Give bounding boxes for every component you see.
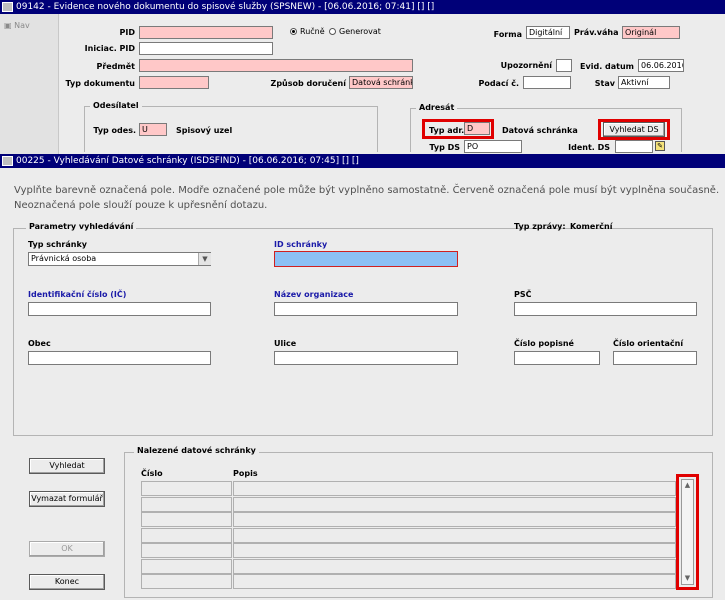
odesilatel-group-title: Odesílatel	[90, 101, 142, 110]
ulice-field[interactable]	[274, 351, 458, 365]
zpusob-doruceni-field[interactable]: Datová schránka	[349, 76, 413, 89]
instruction-line-2: Neoznačená pole slouží pouze k upřesnění…	[14, 200, 268, 211]
forma-field[interactable]: Digitální	[526, 26, 570, 39]
result-cell-cislo[interactable]	[141, 558, 232, 574]
typ-zpravy-value: Komerční	[570, 222, 613, 231]
ico-label: Identifikační číslo (IČ)	[28, 290, 127, 299]
nav-icon: ▣	[4, 21, 12, 30]
prav-vaha-field[interactable]: Originál	[622, 26, 680, 39]
result-cell-cislo[interactable]	[141, 496, 232, 512]
app-icon	[2, 156, 13, 166]
col-popis-header: Popis	[233, 469, 258, 478]
vymazat-formular-button[interactable]: Vymazat formulář	[29, 491, 105, 507]
konec-button[interactable]: Konec	[29, 574, 105, 590]
result-cell-popis[interactable]	[233, 558, 676, 574]
result-cell-cislo[interactable]	[141, 543, 232, 558]
front-window-title: 00225 - Vyhledávání Datové schránky (ISD…	[16, 156, 359, 166]
spisovy-uzel-text: Spisový uzel	[176, 126, 233, 135]
vyhledat-ds-button[interactable]: Vyhledat DS	[603, 122, 665, 137]
adresat-group-title: Adresát	[416, 103, 458, 112]
typ-adr-label: Typ adr.	[429, 126, 465, 135]
vyhledat-button[interactable]: Vyhledat	[29, 458, 105, 474]
col-cislo-header: Číslo	[141, 469, 163, 478]
typ-dokumentu-field[interactable]	[139, 76, 209, 89]
podaci-cislo-label: Podací č.	[478, 79, 519, 88]
psc-label: PSČ	[514, 290, 532, 299]
typ-schranky-select[interactable]: Právnická osoba	[28, 252, 211, 266]
edit-icon[interactable]: ✎	[655, 141, 665, 151]
result-cell-popis[interactable]	[233, 527, 676, 543]
result-cell-cislo[interactable]	[141, 481, 232, 496]
prav-vaha-label: Práv.váha	[574, 28, 619, 37]
iniciac-pid-field[interactable]	[139, 42, 273, 55]
predmet-field[interactable]	[139, 59, 413, 72]
ico-field[interactable]	[28, 302, 211, 316]
cislo-popisne-field[interactable]	[514, 351, 600, 365]
result-cell-popis[interactable]	[233, 496, 676, 512]
evid-datum-field[interactable]: 06.06.2016	[638, 59, 684, 72]
result-cell-popis[interactable]	[233, 543, 676, 558]
nav-label[interactable]: ▣ Nav	[4, 21, 30, 30]
results-scrollbar[interactable]	[681, 479, 694, 585]
stav-label: Stav	[594, 79, 615, 88]
datova-schranka-text: Datová schránka	[502, 126, 578, 135]
cislo-popisne-label: Číslo popisné	[514, 339, 574, 348]
obec-field[interactable]	[28, 351, 211, 365]
instruction-line-1: Vyplňte barevně označená pole. Modře ozn…	[14, 185, 720, 196]
zpusob-doruceni-label: Způsob doručení	[270, 79, 346, 88]
predmet-label: Předmět	[96, 62, 135, 71]
upozorneni-field[interactable]	[556, 59, 572, 72]
params-group-title: Parametry vyhledávání	[26, 222, 137, 231]
result-cell-popis[interactable]	[233, 512, 676, 527]
typ-ds-label: Typ DS	[429, 143, 460, 152]
typ-adr-field[interactable]: D	[464, 122, 490, 135]
podaci-cislo-field[interactable]	[523, 76, 571, 89]
typ-odes-label: Typ odes.	[93, 126, 136, 135]
typ-schranky-label: Typ schránky	[28, 240, 88, 249]
iniciac-pid-label: Iniciac. PID	[84, 44, 135, 53]
nazev-organizace-label: Název organizace	[274, 290, 354, 299]
ident-ds-label: Ident. DS	[568, 143, 610, 152]
typ-ds-field[interactable]: PO	[464, 140, 522, 153]
chevron-down-icon[interactable]: ▼	[198, 253, 211, 265]
result-cell-cislo[interactable]	[141, 512, 232, 527]
pid-label: PID	[119, 28, 135, 37]
psc-field[interactable]	[514, 302, 697, 316]
typ-zpravy-label: Typ zprávy:	[514, 222, 566, 231]
app-icon	[2, 2, 13, 12]
typ-odes-field[interactable]: U	[139, 123, 167, 136]
nav-panel	[0, 14, 59, 154]
cislo-orientacni-label: Číslo orientační	[613, 339, 684, 348]
chevron-up-icon[interactable]: ▲	[682, 480, 693, 491]
cislo-orientacni-field[interactable]	[613, 351, 697, 365]
radio-generovat[interactable]	[329, 28, 336, 35]
stav-field[interactable]: Aktivní	[618, 76, 670, 89]
back-window-title: 09142 - Evidence nového dokumentu do spi…	[16, 2, 435, 12]
result-cell-cislo[interactable]	[141, 574, 232, 589]
ident-ds-field[interactable]	[615, 140, 653, 153]
radio-generovat-label: Generovat	[339, 27, 381, 36]
id-schranky-field[interactable]	[274, 251, 458, 267]
ok-button[interactable]: OK	[29, 541, 105, 557]
result-cell-popis[interactable]	[233, 574, 676, 589]
chevron-down-icon[interactable]: ▼	[682, 573, 693, 584]
ulice-label: Ulice	[274, 339, 297, 348]
typ-dokumentu-label: Typ dokumentu	[65, 79, 135, 88]
front-window-title-bar[interactable]: 00225 - Vyhledávání Datové schránky (ISD…	[0, 154, 725, 168]
results-group-title: Nalezené datové schránky	[134, 446, 259, 455]
back-window-title-bar[interactable]: 09142 - Evidence nového dokumentu do spi…	[0, 0, 725, 14]
evid-datum-label: Evid. datum	[580, 62, 634, 71]
forma-label: Forma	[493, 30, 522, 39]
radio-rucne-label: Ručně	[300, 27, 325, 36]
pid-field[interactable]	[139, 26, 273, 39]
obec-label: Obec	[28, 339, 51, 348]
id-schranky-label: ID schránky	[274, 240, 328, 249]
nazev-organizace-field[interactable]	[274, 302, 458, 316]
result-cell-popis[interactable]	[233, 481, 676, 496]
result-cell-cislo[interactable]	[141, 527, 232, 543]
radio-rucne[interactable]	[290, 28, 297, 35]
upozorneni-label: Upozornění	[500, 61, 552, 70]
